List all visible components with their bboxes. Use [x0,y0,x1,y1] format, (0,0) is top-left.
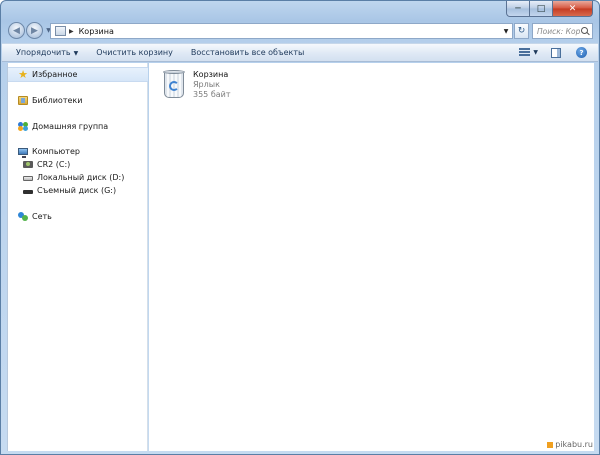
maximize-button[interactable]: □ [530,1,553,17]
libraries-icon [18,96,28,105]
nav-label-drive-g: Съемный диск (G:) [37,186,117,195]
file-type: Ярлык [193,80,220,89]
address-bar[interactable]: ▶ Корзина ▼ [50,23,513,39]
recycle-bin-small-icon [55,26,66,36]
view-controls: ▼ ? [519,47,598,58]
breadcrumb-item-recycle-bin[interactable]: Корзина [79,27,114,36]
pikabu-logo-icon [547,442,554,448]
removable-disk-icon [23,189,33,194]
caption-buttons: ─ □ ✕ [506,1,593,17]
nav-item-drive-g[interactable]: Съемный диск (G:) [8,183,148,198]
search-icon[interactable] [581,26,589,36]
search-placeholder[interactable]: Поиск: Кор... [537,27,581,36]
homegroup-icon [18,122,28,131]
empty-recycle-bin-button[interactable]: Очистить корзину [87,48,182,57]
address-dropdown-icon[interactable]: ▼ [500,28,512,35]
recycle-bin-icon [161,68,187,100]
local-disk-icon [23,176,33,181]
organize-button[interactable]: Упорядочить ▼ [2,48,87,57]
minimize-button[interactable]: ─ [506,1,530,17]
back-button[interactable]: ◀ [8,22,25,39]
command-bar: Упорядочить ▼ Очистить корзину Восстанови… [2,43,598,62]
nav-label-homegroup: Домашняя группа [32,122,109,131]
nav-item-favorites[interactable]: ★ Избранное [8,67,148,82]
navigation-buttons: ◀ ▶ ▼ [8,22,53,39]
nav-label-network: Сеть [32,212,52,221]
help-icon[interactable]: ? [576,47,587,58]
star-icon: ★ [18,68,28,81]
nav-item-homegroup[interactable]: Домашняя группа [8,119,148,134]
nav-label-favorites: Избранное [32,70,78,79]
nav-item-network[interactable]: Сеть [8,209,148,224]
preview-pane-icon[interactable] [551,47,561,58]
nav-label-libraries: Библиотеки [32,96,83,105]
navigation-pane: ★ Избранное Библиотеки Домашняя группа К… [7,63,148,451]
camera-drive-icon [23,161,33,168]
file-details: Корзина Ярлык 355 байт [193,68,231,104]
computer-icon [18,148,28,158]
forward-button[interactable]: ▶ [26,22,43,39]
watermark-text: pikabu.ru [555,440,593,449]
watermark: pikabu.ru [547,440,593,449]
chevron-down-icon: ▼ [73,50,79,57]
views-dropdown-icon[interactable]: ▼ [533,49,538,56]
file-list: Корзина Ярлык 355 байт [149,63,594,451]
views-icon[interactable] [519,48,531,57]
file-item-recycle-bin[interactable]: Корзина Ярлык 355 байт [161,68,291,104]
search-box[interactable]: Поиск: Кор... [532,23,593,39]
restore-all-button[interactable]: Восстановить все объекты [182,48,314,57]
nav-label-computer: Компьютер [32,147,80,156]
explorer-window: ─ □ ✕ ◀ ▶ ▼ ▶ Корзина ▼ ↻ Поиск: Кор... … [0,0,600,455]
file-name: Корзина [193,70,229,79]
refresh-button[interactable]: ↻ [514,23,529,39]
nav-label-drive-d: Локальный диск (D:) [37,173,125,182]
close-button[interactable]: ✕ [553,1,593,17]
nav-item-libraries[interactable]: Библиотеки [8,93,148,108]
file-size: 355 байт [193,90,231,99]
nav-label-drive-c: CR2 (C:) [37,160,71,169]
breadcrumb-arrow-icon[interactable]: ▶ [69,28,74,35]
network-icon [18,212,28,221]
organize-label: Упорядочить [16,48,71,57]
